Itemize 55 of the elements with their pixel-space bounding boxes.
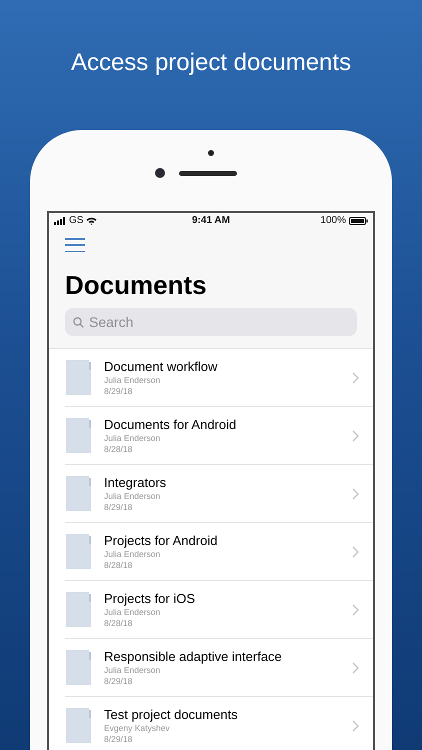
chevron-icon xyxy=(352,720,359,732)
document-author: Julia Enderson xyxy=(104,374,162,386)
search-field[interactable]: Search xyxy=(65,308,357,336)
document-icon xyxy=(65,360,92,395)
sensor-icon xyxy=(208,150,214,156)
chevron-icon xyxy=(352,604,359,616)
document-icon xyxy=(65,708,92,743)
document-date: 8/28/18 xyxy=(104,618,134,628)
document-author: Evgeny Katyshev xyxy=(104,722,171,734)
carrier-name: GS xyxy=(69,215,84,226)
camera-icon xyxy=(155,168,165,178)
document-icon xyxy=(65,418,92,453)
document-date: 8/28/18 xyxy=(104,560,134,570)
document-icon xyxy=(65,476,92,511)
document-name: Integrators xyxy=(104,474,168,490)
battery-icon xyxy=(348,216,368,224)
chevron-icon xyxy=(352,662,359,674)
signal-icon xyxy=(54,216,66,224)
document-row[interactable]: Integrators Julia Enderson 8/29/18 xyxy=(65,465,373,523)
chevron-icon xyxy=(352,372,359,384)
document-author: Julia Enderson xyxy=(104,548,162,560)
document-row[interactable]: Test project documents Evgeny Katyshev 8/29/18 xyxy=(65,697,373,750)
document-author: Julia Enderson xyxy=(104,432,162,444)
document-row[interactable]: Responsible adaptive interface Julia Enderson 8/29/18 xyxy=(65,639,373,697)
wifi-icon xyxy=(86,216,98,224)
chevron-icon xyxy=(352,546,359,558)
document-icon xyxy=(65,650,92,685)
chevron-icon xyxy=(352,488,359,500)
document-name: Projects for Android xyxy=(104,532,218,548)
document-row[interactable]: Documents for Android Julia Enderson 8/28/18 xyxy=(65,407,373,465)
page-title: Documents xyxy=(65,269,208,301)
document-row[interactable]: Document workflow Julia Enderson 8/29/18 xyxy=(65,349,373,407)
document-date: 8/28/18 xyxy=(104,444,134,454)
speaker-icon xyxy=(179,170,237,176)
status-time: 9:41 AM xyxy=(192,215,230,226)
document-date: 8/29/18 xyxy=(104,502,134,512)
document-author: Julia Enderson xyxy=(104,490,162,502)
document-date: 8/29/18 xyxy=(104,734,134,744)
document-date: 8/29/18 xyxy=(104,676,134,686)
document-icon xyxy=(65,592,92,627)
document-name: Test project documents xyxy=(104,706,239,722)
document-author: Julia Enderson xyxy=(104,606,162,618)
document-row[interactable]: Projects for Android Julia Enderson 8/28/18 xyxy=(65,523,373,581)
document-row[interactable]: Projects for iOS Julia Enderson 8/28/18 xyxy=(65,581,373,639)
document-author: Julia Enderson xyxy=(104,664,162,676)
chevron-icon xyxy=(352,430,359,442)
document-name: Document workflow xyxy=(104,358,218,374)
headline: Access project documents xyxy=(70,48,352,78)
document-date: 8/29/18 xyxy=(104,386,134,396)
battery-percent: 100% xyxy=(320,215,346,226)
menu-icon[interactable] xyxy=(65,238,85,252)
document-name: Projects for iOS xyxy=(104,590,196,606)
document-name: Responsible adaptive interface xyxy=(104,648,283,664)
document-name: Documents for Android xyxy=(104,416,238,432)
document-icon xyxy=(65,534,92,569)
